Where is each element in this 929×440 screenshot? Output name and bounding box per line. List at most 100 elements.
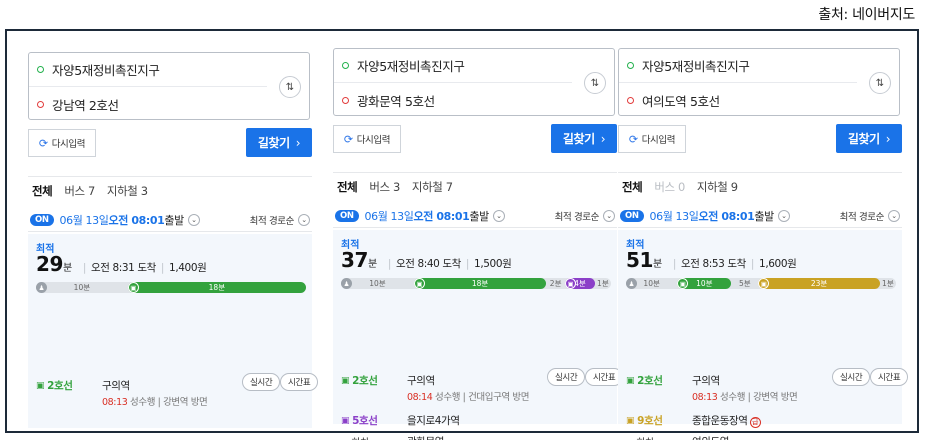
departure-row: ON 06월 13일 오전 08:01 출발 ⌄ 최적 경로순 ⌄ (28, 208, 312, 232)
realtime-button[interactable]: 실시간 (242, 373, 281, 391)
tab-2[interactable]: 지하철 3 (107, 183, 148, 199)
origin-field[interactable]: 자양5재정비촉진지구 (29, 53, 267, 87)
tab-1[interactable]: 버스 0 (654, 179, 685, 195)
tab-2[interactable]: 지하철 7 (412, 179, 453, 195)
sort-dropdown[interactable]: 최적 경로순 ⌄ (250, 213, 310, 227)
tab-0[interactable]: 전체 (622, 179, 643, 195)
search-box: 자양5재정비촉진지구 강남역 2호선 ⇅ (28, 52, 310, 120)
sort-dropdown[interactable]: 최적 경로순 ⌄ (555, 209, 615, 223)
destination-field[interactable]: 여의도역 5호선 (619, 83, 720, 117)
chevron-down-icon[interactable]: ⌄ (492, 209, 505, 222)
origin-field[interactable]: 자양5재정비촉진지구 (619, 49, 857, 83)
find-route-label: 길찾기 (562, 132, 595, 146)
chevron-down-icon[interactable]: ⌄ (187, 213, 200, 226)
origin-text: 자양5재정비촉진지구 (642, 59, 750, 74)
swap-icon[interactable]: ⇅ (279, 76, 301, 98)
departure-time[interactable]: 오전 08:01 (108, 212, 164, 228)
destination-station[interactable]: 광화문역 (407, 434, 444, 440)
departure-date[interactable]: 06월 13일 (60, 212, 109, 228)
tab-1[interactable]: 버스 7 (64, 183, 95, 199)
route-bar: ♟ 10분 ▣ 18분 2분 ▣ 4분 1분 (341, 278, 611, 289)
bar-segment-walk: 1분 (595, 278, 611, 289)
subway-icon: ▣ (758, 278, 770, 289)
chevron-down-icon[interactable]: ⌄ (777, 209, 790, 222)
boarding-station[interactable]: 종합운동장역 급 (692, 413, 761, 428)
destination-field[interactable]: 광화문역 5호선 (334, 83, 435, 117)
chevron-down-icon: ⌄ (298, 213, 310, 226)
minute-unit: 분 (63, 263, 72, 274)
chevron-down-icon: ⌄ (603, 209, 615, 222)
timetable-button[interactable]: 시간표 (870, 368, 909, 386)
departure-suffix: 출발 (754, 209, 774, 223)
tab-0[interactable]: 전체 (337, 179, 358, 195)
sort-dropdown[interactable]: 최적 경로순 ⌄ (840, 209, 900, 223)
on-badge[interactable]: ON (620, 209, 644, 222)
train-info: 08:13 성수행 | 강변역 방면 (692, 389, 798, 403)
tab-2[interactable]: 지하철 9 (697, 179, 738, 195)
route-panel-3: 자양5재정비촉진지구여의도역 5호선 ⇅ ⟳ 다시입력 길찾기 › 전체 버스 0 지하철 9 O… (618, 48, 909, 440)
train-time: 08:13 (102, 397, 128, 408)
bar-segment-walk: 5분 (731, 278, 758, 289)
subway-icon: ▣ (626, 375, 635, 386)
swap-icon[interactable]: ⇅ (869, 72, 891, 94)
subway-icon: ▣ (626, 415, 635, 426)
alight-label: ○하차 (341, 434, 369, 440)
bar-segment-walk: ♟ 10분 (341, 278, 414, 289)
line-name: 5호선 (352, 415, 378, 427)
boarding-station[interactable]: 구의역 (692, 373, 720, 388)
realtime-button[interactable]: 실시간 (547, 368, 586, 386)
find-route-button[interactable]: 길찾기 › (246, 128, 312, 157)
on-badge[interactable]: ON (335, 209, 359, 222)
destination-field[interactable]: 강남역 2호선 (29, 87, 119, 121)
station-name: 을지로4가역 (407, 415, 460, 427)
segment-duration: 18분 (208, 283, 226, 292)
find-route-button[interactable]: 길찾기 › (551, 124, 617, 153)
destination-dot-icon (37, 100, 44, 108)
chevron-right-icon: › (600, 131, 606, 146)
fare: 1,400원 (169, 262, 207, 274)
tab-1[interactable]: 버스 3 (369, 179, 400, 195)
mode-tabs: 전체 버스 3 지하철 7 (333, 172, 617, 200)
departure-time[interactable]: 오전 08:01 (698, 208, 754, 224)
departure-row: ON 06월 13일 오전 08:01 출발 ⌄ 최적 경로순 ⌄ (333, 204, 617, 228)
segment-duration: 10분 (369, 279, 386, 288)
tab-0[interactable]: 전체 (32, 183, 53, 199)
find-route-button[interactable]: 길찾기 › (836, 124, 902, 153)
departure-date[interactable]: 06월 13일 (650, 208, 699, 224)
train-direction: 성수행 | 건대입구역 방면 (435, 392, 530, 403)
reset-button[interactable]: ⟳ 다시입력 (28, 129, 96, 157)
destination-dot-icon (627, 96, 634, 104)
segment-duration: 23분 (810, 279, 828, 288)
bar-segment-walk: 1분 (880, 278, 896, 289)
departure-date[interactable]: 06월 13일 (365, 208, 414, 224)
swap-icon[interactable]: ⇅ (584, 72, 606, 94)
total-minutes: 37 (341, 248, 369, 272)
line-name: 2호선 (352, 375, 378, 387)
boarding-station[interactable]: 구의역 (102, 378, 130, 393)
route-result[interactable]: 최적 37 분 | 오전 8:40 도착 | 1,500원 ♟ 10분 ▣ 18분 2분 ▣ 4분 1분 ▣ 2… (333, 230, 624, 440)
divider: | (750, 258, 755, 270)
timetable-button[interactable]: 시간표 (280, 373, 319, 391)
mode-tabs: 전체 버스 7 지하철 3 (28, 176, 312, 204)
sort-label: 최적 경로순 (249, 215, 295, 227)
boarding-station[interactable]: 구의역 (407, 373, 435, 388)
on-badge[interactable]: ON (30, 213, 54, 226)
reset-label: 다시입력 (641, 135, 676, 146)
departure-time[interactable]: 오전 08:01 (413, 208, 469, 224)
mode-tabs: 전체 버스 0 지하철 9 (618, 172, 902, 200)
bar-segment-line2: ▣ 18분 (127, 282, 306, 293)
reset-button[interactable]: ⟳ 다시입력 (333, 125, 401, 153)
realtime-button[interactable]: 실시간 (832, 368, 871, 386)
train-time: 08:14 (407, 392, 433, 403)
destination-station[interactable]: 여의도역 (692, 434, 729, 440)
origin-field[interactable]: 자양5재정비촉진지구 (334, 49, 572, 83)
reset-button[interactable]: ⟳ 다시입력 (618, 125, 686, 153)
route-panel-1: 자양5재정비촉진지구 강남역 2호선 ⇅ ⟳ 다시입력 길찾기 › 전체 버스 7 지하철 3 ON… (28, 52, 319, 428)
fare: 1,600원 (759, 258, 797, 270)
subway-icon: ▣ (341, 375, 350, 386)
route-result[interactable]: 최적 29 분 | 오전 8:31 도착 | 1,400원 ♟ 10분 ▣ 18분 ▣ 2호선 구의역 08… (28, 234, 319, 428)
train-info: 08:14 성수행 | 건대입구역 방면 (407, 389, 529, 403)
route-result[interactable]: 최적 51 분 | 오전 8:53 도착 | 1,600원 ♟ 10분 ▣ 10분 5분 ▣ 23분 1분 ▣… (618, 230, 909, 440)
bar-segment-line2: ▣ 10분 (677, 278, 732, 289)
boarding-station[interactable]: 을지로4가역 (407, 413, 460, 428)
